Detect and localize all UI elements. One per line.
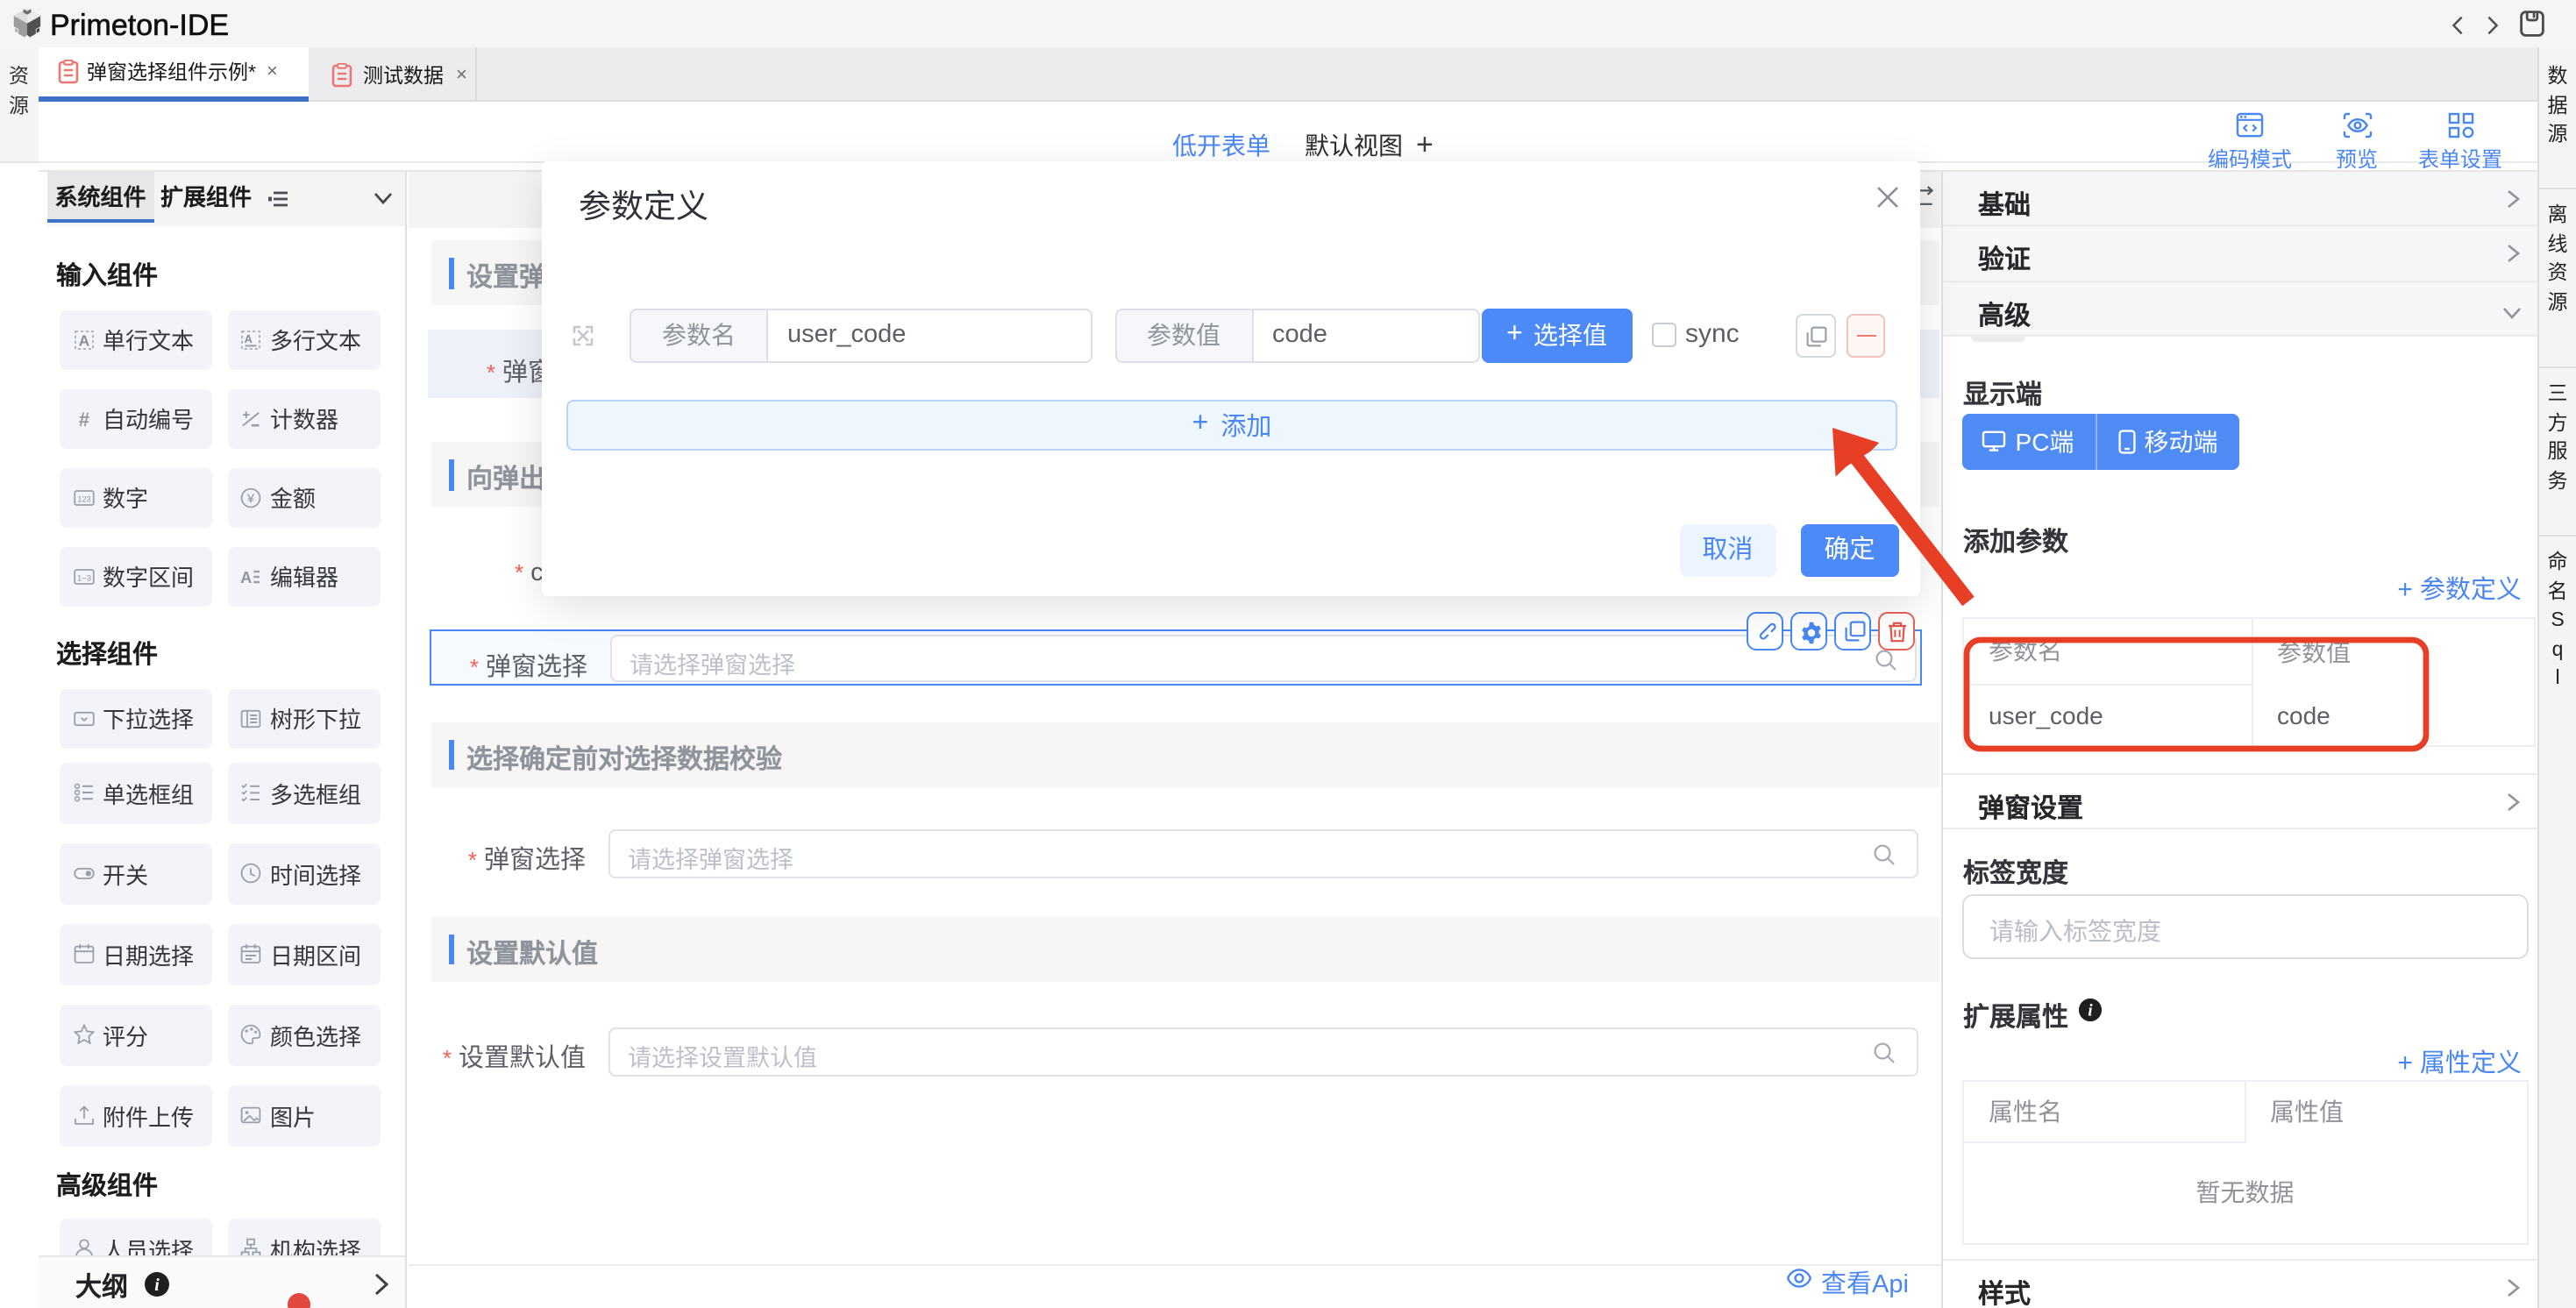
svg-text:#: # <box>78 409 89 430</box>
svg-text:A: A <box>78 331 89 349</box>
svg-text:A: A <box>245 331 253 345</box>
svg-text:¥: ¥ <box>246 491 255 506</box>
svg-text:123: 123 <box>76 494 89 503</box>
svg-text:i: i <box>2087 1002 2092 1020</box>
svg-text:A: A <box>240 568 252 586</box>
svg-text:i: i <box>153 1275 159 1294</box>
svg-text:1~3: 1~3 <box>76 573 90 583</box>
